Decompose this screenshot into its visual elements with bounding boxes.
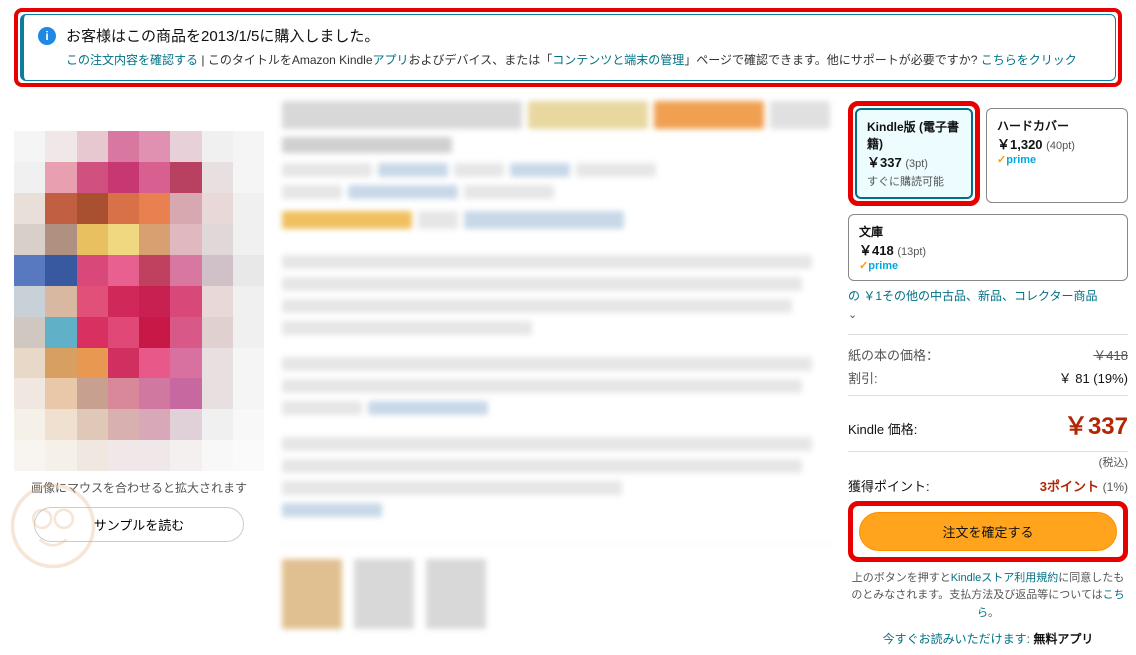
kindle-terms-link[interactable]: Kindleストア利用規約 xyxy=(951,572,1059,584)
free-app-text: 今すぐお読みいただけます: 無料アプリ xyxy=(848,630,1128,647)
points-pct: (1%) xyxy=(1103,480,1128,494)
help-link[interactable]: こちらをクリック xyxy=(981,53,1077,67)
blurred-product-image xyxy=(14,131,264,471)
discount-label: 割引: xyxy=(848,368,878,387)
terms-text: 上のボタンを押すとKindleストア利用規約に同意したものとみなされます。支払方… xyxy=(848,570,1128,623)
format-hardcover-price: ￥1,320 xyxy=(997,137,1043,152)
price-section: 紙の本の価格： ￥418 割引: ￥ 81 (19%) Kindle 価格: ￥… xyxy=(848,334,1128,495)
banner-subtitle: この注文内容を確認する | このタイトルをAmazon Kindleアプリおよび… xyxy=(66,51,1101,70)
kindle-format-highlight: Kindle版 (電子書籍) ￥337 (3pt) すぐに購読可能 xyxy=(848,101,980,206)
kindle-price-value: ￥337 xyxy=(1064,406,1128,441)
kindle-app-link[interactable]: アプリ xyxy=(373,53,409,67)
info-icon: i xyxy=(38,27,56,45)
product-image[interactable] xyxy=(14,131,264,471)
product-details-blurred xyxy=(282,101,830,647)
prime-badge-icon: prime xyxy=(859,259,1117,272)
kindle-price-label: Kindle 価格: xyxy=(848,419,917,438)
confirm-order-button[interactable]: 注文を確定する xyxy=(859,512,1117,551)
format-kindle-avail: すぐに購読可能 xyxy=(867,173,961,189)
paper-price-label: 紙の本の価格： xyxy=(848,345,939,364)
manage-content-link[interactable]: コンテンツと端末の管理 xyxy=(552,53,684,67)
tax-included-note: (税込) xyxy=(848,454,1128,470)
purchase-info-highlight: i お客様はこの商品を2013/1/5に購入しました。 この注文内容を確認する … xyxy=(14,8,1122,87)
owl-watermark-icon xyxy=(8,481,98,571)
format-hardcover-points: (40pt) xyxy=(1046,140,1075,152)
format-kindle-price: ￥337 xyxy=(867,155,902,170)
other-offers-link[interactable]: の ￥1その他の中古品、新品、コレクター商品 ⌄ xyxy=(848,287,1128,324)
format-kindle[interactable]: Kindle版 (電子書籍) ￥337 (3pt) すぐに購読可能 xyxy=(855,108,973,199)
format-bunko-title: 文庫 xyxy=(859,223,1117,240)
purchase-info-banner: i お客様はこの商品を2013/1/5に購入しました。 この注文内容を確認する … xyxy=(20,14,1116,81)
format-kindle-points: (3pt) xyxy=(905,158,928,170)
format-bunko[interactable]: 文庫 ￥418 (13pt) prime xyxy=(848,214,1128,281)
discount-value: ￥ 81 (19%) xyxy=(1059,368,1128,387)
paper-price-value: ￥418 xyxy=(1093,345,1128,364)
points-value: 3ポイント xyxy=(1040,479,1099,494)
points-label: 獲得ポイント: xyxy=(848,476,930,495)
format-kindle-title: Kindle版 (電子書籍) xyxy=(867,118,961,152)
order-button-highlight: 注文を確定する xyxy=(848,501,1128,562)
order-details-link[interactable]: この注文内容を確認する xyxy=(66,53,198,67)
banner-title: お客様はこの商品を2013/1/5に購入しました。 xyxy=(66,25,1101,49)
chevron-down-icon: ⌄ xyxy=(848,309,857,321)
format-bunko-price: ￥418 xyxy=(859,243,894,258)
format-bunko-points: (13pt) xyxy=(897,246,926,258)
format-hardcover-title: ハードカバー xyxy=(997,117,1117,134)
format-hardcover[interactable]: ハードカバー ￥1,320 (40pt) prime xyxy=(986,108,1128,203)
prime-badge-icon: prime xyxy=(997,153,1117,166)
